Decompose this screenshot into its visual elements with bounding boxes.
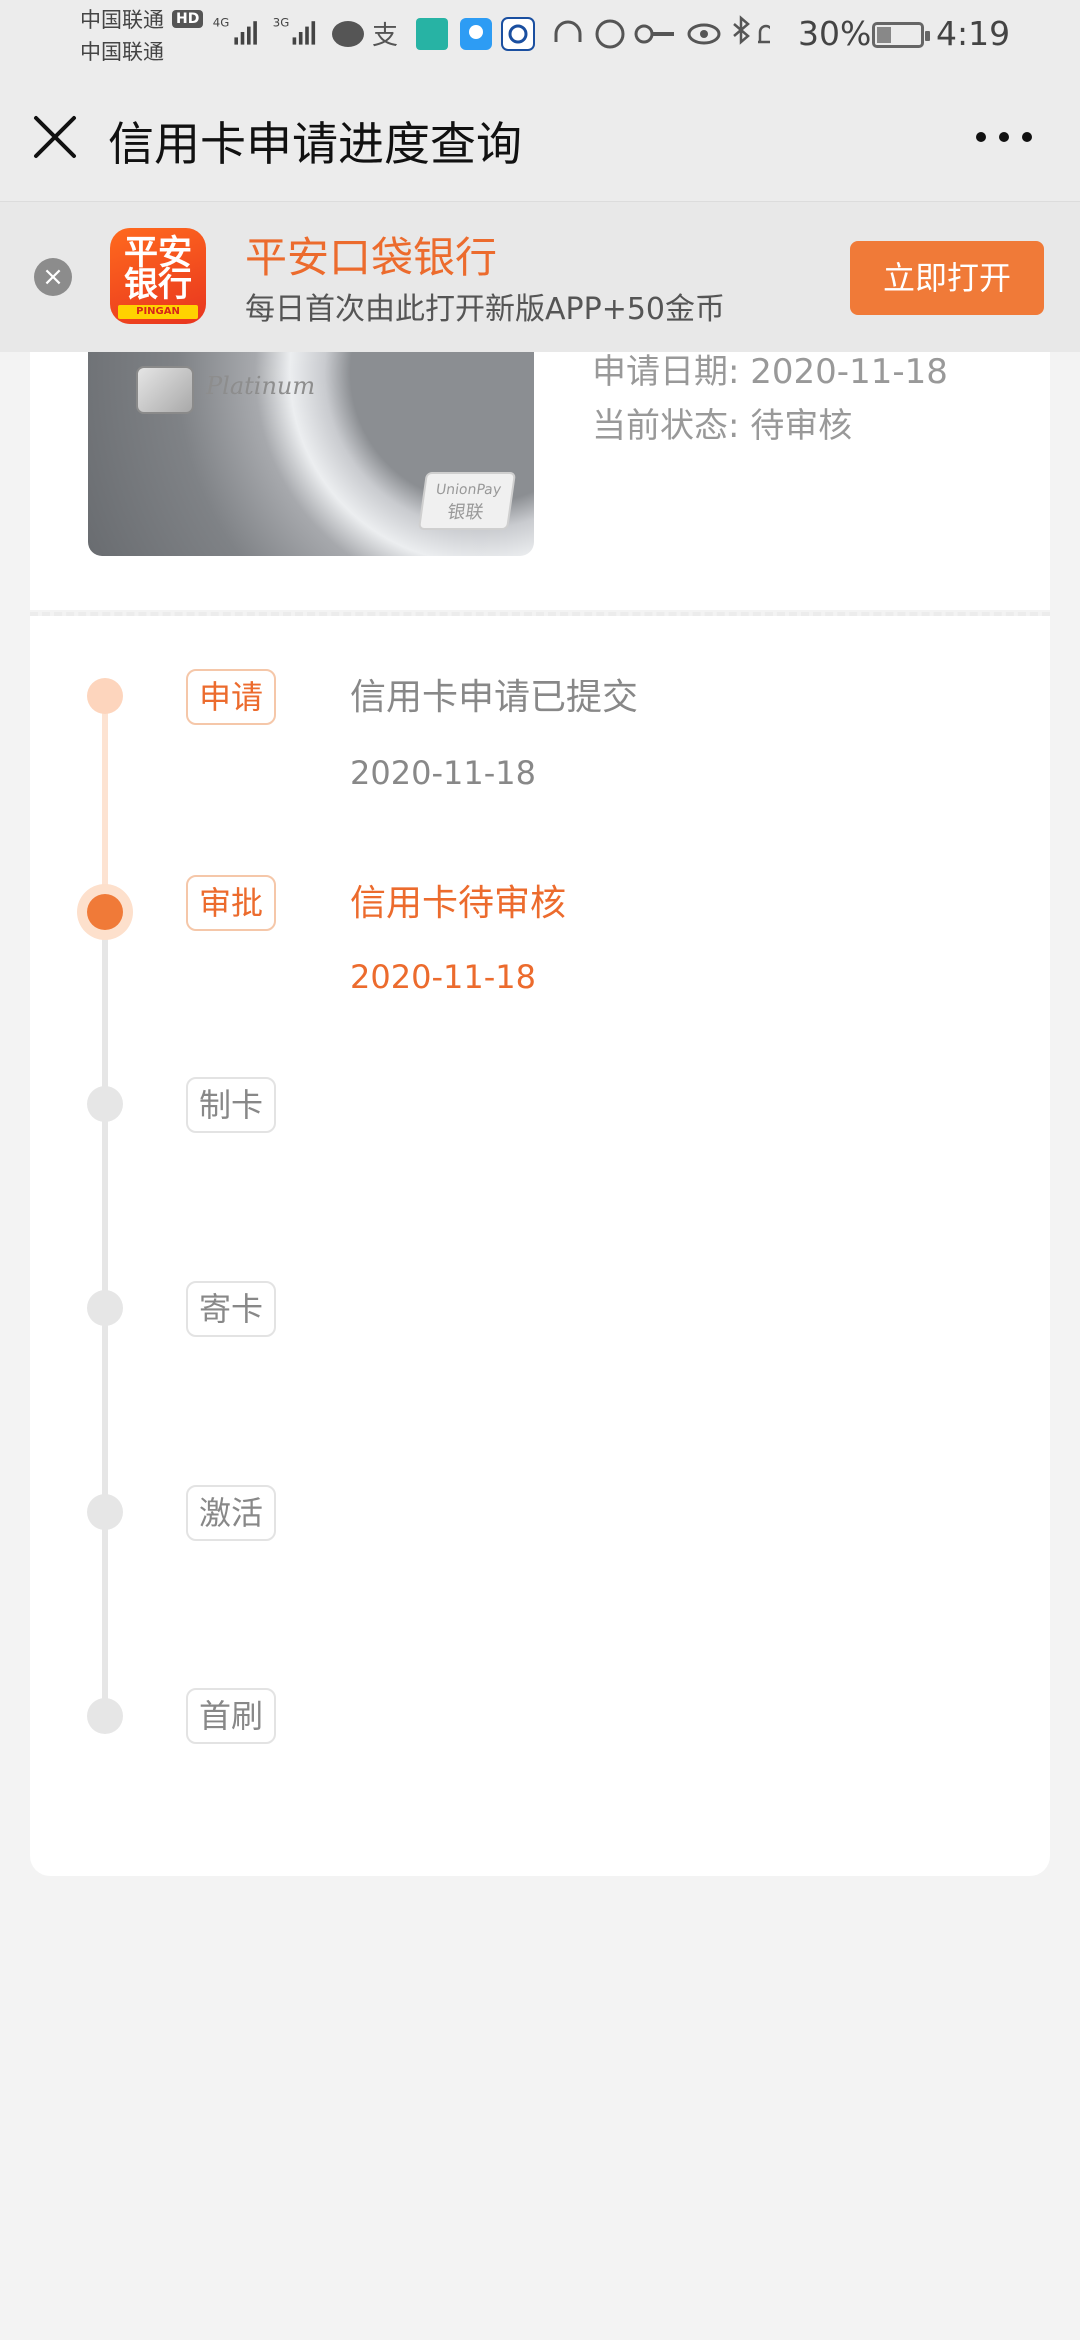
more-menu-icon[interactable] [976,122,1032,152]
carrier-2: 中国联通 [80,40,164,64]
nav-bar: 信用卡申请进度查询 [0,72,1080,202]
svg-text:支: 支 [372,21,398,51]
step-dot-done [87,678,123,714]
step-title-current: 信用卡待审核 [350,883,567,924]
step-tag-mail-card: 寄卡 [186,1281,276,1337]
current-status: 当前状态: 待审核 [592,406,853,446]
pingan-app-logo: 平安 银行 PINGAN [110,228,206,324]
step-date-current: 2020-11-18 [350,958,536,996]
credit-card-image: Platinum UnionPay 银联 [88,352,534,556]
step-date: 2020-11-18 [350,754,536,792]
step-tag-activate: 激活 [186,1485,276,1541]
svg-text:3G: 3G [273,16,290,30]
battery-icon [872,22,930,48]
open-app-button[interactable]: 立即打开 [850,241,1044,315]
step-dot-current [87,894,123,930]
card-platinum-text: Platinum [206,372,316,400]
status-bar: 中国联通 中国联通 HD 4G 3G 支 30% 4:19 [0,0,1080,72]
step-tag-review: 审批 [186,875,276,931]
clock: 4:19 [936,14,1011,53]
step-dot-pending [87,1698,123,1734]
carrier-1: 中国联通 [80,8,164,32]
unionpay-logo: UnionPay 银联 [417,472,517,530]
progress-timeline [30,616,1050,1876]
step-title: 信用卡申请已提交 [350,677,639,718]
apply-date: 申请日期: 2020-11-18 [592,352,948,392]
banner-title: 平安口袋银行 [245,233,498,282]
signal-3g-icon: 3G [273,16,316,45]
page-title: 信用卡申请进度查询 [108,117,522,171]
svg-text:4G: 4G [213,16,230,30]
step-tag-first-swipe: 首刷 [186,1688,276,1744]
signal-4g-icon: 4G [213,16,257,45]
chip-icon [136,366,194,414]
close-icon[interactable] [30,112,80,162]
banner-subtitle: 每日首次由此打开新版APP+50金币 [245,292,726,327]
battery-percent: 30% [798,14,872,53]
step-dot-pending [87,1086,123,1122]
notification-icons: 支 [332,15,770,51]
step-dot-pending [87,1494,123,1530]
timeline-line-done [102,698,108,912]
hd-badge: HD [172,10,204,28]
step-tag-make-card: 制卡 [186,1077,276,1133]
step-dot-pending [87,1290,123,1326]
step-tag-apply: 申请 [186,669,276,725]
banner-close-icon[interactable]: × [34,258,72,296]
